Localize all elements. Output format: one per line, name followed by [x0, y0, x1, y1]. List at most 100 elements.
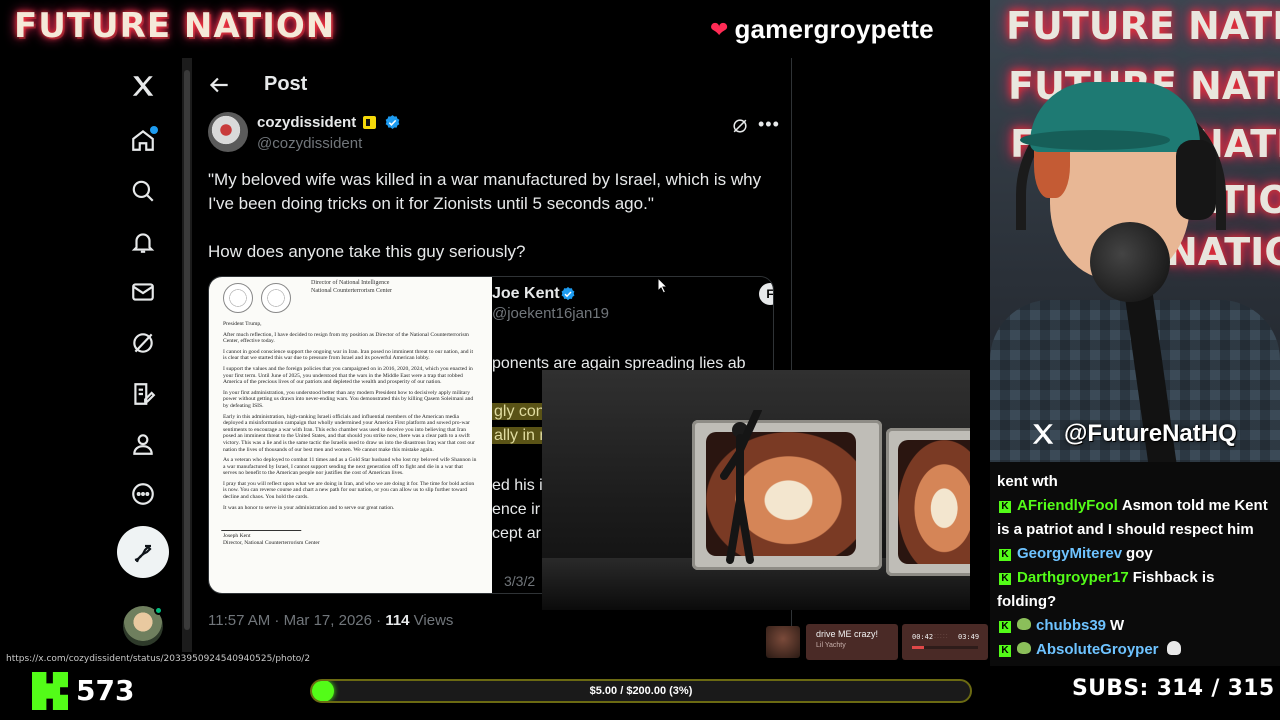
album-art	[766, 626, 800, 658]
quote-text: ed his i	[492, 477, 543, 494]
chat-message: K Darthgroyper17 Fishback is folding?	[997, 566, 1273, 614]
chat-username[interactable]: Darthgroyper17	[1017, 569, 1129, 586]
chat-username[interactable]: GeorgyMiterev	[1017, 545, 1122, 562]
notification-dot	[150, 126, 158, 134]
scrollbar[interactable]	[182, 58, 192, 654]
x-logo-icon	[1032, 424, 1054, 444]
compose-button[interactable]	[117, 526, 169, 578]
song-artist: Lil Yachty	[816, 642, 846, 649]
letter-paragraph: After much reflection, I have decided to…	[223, 331, 469, 345]
sub-counter: SUBS: 314 / 315	[1072, 676, 1275, 701]
webcam-feed: FUTURE NATION FUTURE NATION FUTURE NATIO…	[990, 0, 1280, 462]
chat-username[interactable]: AbsoluteGroyper	[1036, 641, 1159, 658]
cap-brim	[1020, 130, 1170, 150]
views-label: Views	[409, 612, 454, 629]
verified-icon	[561, 287, 575, 301]
quote-text: ence ir	[492, 501, 541, 518]
scrollbar-thumb[interactable]	[184, 70, 190, 630]
author-row: cozydissident @cozydissident •••	[208, 112, 780, 156]
back-arrow-icon[interactable]	[206, 72, 232, 98]
link-preview-url: https://x.com/cozydissident/status/20339…	[0, 652, 317, 666]
chat-username[interactable]: chubbs39	[1036, 617, 1106, 634]
letter-image[interactable]: Director of National Intelligence Nation…	[209, 277, 492, 593]
chat-username[interactable]: AFriendlyFool	[1017, 497, 1118, 514]
affiliate-badge-icon	[363, 116, 376, 129]
quote-text: cept ar	[492, 525, 541, 542]
channel-tag: ❤ gamergroypette	[710, 14, 934, 45]
kick-badge-icon: K	[999, 549, 1011, 561]
letter-signer-title: Director, National Counterterrorism Cent…	[223, 539, 320, 546]
letter-paragraph: I cannot in good conscience support the …	[223, 348, 474, 362]
letter-paragraph: In your first administration, you unders…	[223, 389, 474, 409]
letter-org-line: National Counterterrorism Center	[311, 288, 392, 294]
letter-signer-name: Joseph Kent	[223, 533, 251, 540]
views-count: 114	[385, 612, 410, 629]
channel-name: gamergroypette	[734, 14, 934, 44]
elapsed-time: 00:42	[912, 633, 934, 641]
social-handle-text: @FutureNatHQ	[1064, 420, 1237, 447]
more-icon[interactable]: •••	[758, 114, 780, 135]
chat-message: K GeorgyMiterev goy	[997, 542, 1273, 566]
tweet-paragraph: "My beloved wife was killed in a war man…	[208, 170, 762, 213]
post-header: Post	[192, 58, 792, 112]
profile-icon[interactable]	[112, 422, 174, 466]
quote-corner-badge: F	[759, 283, 773, 305]
heart-icon: ❤	[710, 16, 729, 42]
quote-text: ally in r	[492, 427, 547, 445]
frog-badge-icon	[1017, 642, 1031, 654]
kick-badge-icon: K	[999, 501, 1011, 513]
social-handle: @FutureNatHQ	[1030, 420, 1237, 448]
kick-badge-icon: K	[999, 621, 1011, 633]
song-title: drive ME crazy!	[816, 629, 879, 639]
track-progress	[912, 646, 978, 649]
grok-icon[interactable]	[112, 321, 174, 365]
tweet-paragraph: How does anyone take this guy seriously?	[208, 242, 526, 261]
tv-prop	[886, 428, 970, 576]
time-separator: :::::	[934, 633, 949, 640]
online-indicator	[154, 606, 163, 615]
letter-paragraph: It was an honor to serve in your adminis…	[223, 504, 395, 511]
track-duration: 03:49	[958, 633, 980, 641]
mail-icon[interactable]	[112, 270, 174, 314]
now-playing-widget: drive ME crazy! Lil Yachty 00:42 ::::: 0…	[766, 624, 990, 660]
author-name[interactable]: cozydissident	[257, 114, 356, 131]
tweet-text: "My beloved wife was killed in a war man…	[208, 168, 768, 288]
quote-author-handle: @joekent16jan19	[492, 305, 609, 322]
letter-paragraph: I support the values and the foreign pol…	[223, 365, 473, 386]
chat-panel: kent wth K AFriendlyFool Asmon told me Ken…	[990, 462, 1280, 666]
bell-icon[interactable]	[112, 220, 174, 264]
page-title: Post	[264, 73, 308, 95]
search-icon[interactable]	[112, 169, 174, 213]
x-logo-icon[interactable]	[112, 64, 174, 108]
verified-icon	[385, 115, 400, 129]
chat-text: kent wth	[997, 473, 1058, 490]
headphone-cup	[1176, 140, 1216, 220]
compose-icon	[134, 544, 152, 563]
track-progress-fill	[912, 646, 924, 649]
account-avatar[interactable]	[123, 606, 163, 646]
track-time: 00:42 ::::: 03:49	[902, 624, 988, 660]
home-icon[interactable]	[112, 118, 174, 162]
post-time-date[interactable]: 11:57 AM · Mar 17, 2026 ·	[208, 612, 385, 629]
author-handle[interactable]: @cozydissident	[257, 135, 362, 152]
letter-body: President Trump, After much reflection, …	[221, 321, 478, 546]
quote-highlight: gly con	[492, 403, 547, 420]
chat-text: goy	[1126, 545, 1153, 562]
edit-list-icon[interactable]	[112, 372, 174, 416]
follower-count: 573	[76, 674, 135, 707]
letter-paragraph: I pray that you will reflect upon what w…	[223, 480, 475, 501]
goal-label: $5.00 / $200.00 (3%)	[589, 685, 693, 697]
grok-icon[interactable]	[730, 116, 750, 136]
kick-badge-icon: K	[999, 573, 1011, 585]
author-avatar[interactable]	[208, 112, 248, 152]
quote-highlight: ally in r	[492, 427, 547, 444]
frog-badge-icon	[1017, 618, 1031, 630]
more-circle-icon[interactable]	[112, 472, 174, 516]
letter-paragraph: Early in this administration, high-ranki…	[223, 413, 475, 453]
letter-paragraph: As a veteran who deployed to combat 11 t…	[223, 457, 477, 477]
letter-org-line: Director of National Intelligence	[311, 280, 390, 286]
letter-salutation: President Trump,	[223, 321, 262, 327]
signature	[221, 517, 305, 532]
seal-icon	[261, 283, 291, 313]
chat-message: K AbsoluteGroyper	[997, 638, 1273, 662]
